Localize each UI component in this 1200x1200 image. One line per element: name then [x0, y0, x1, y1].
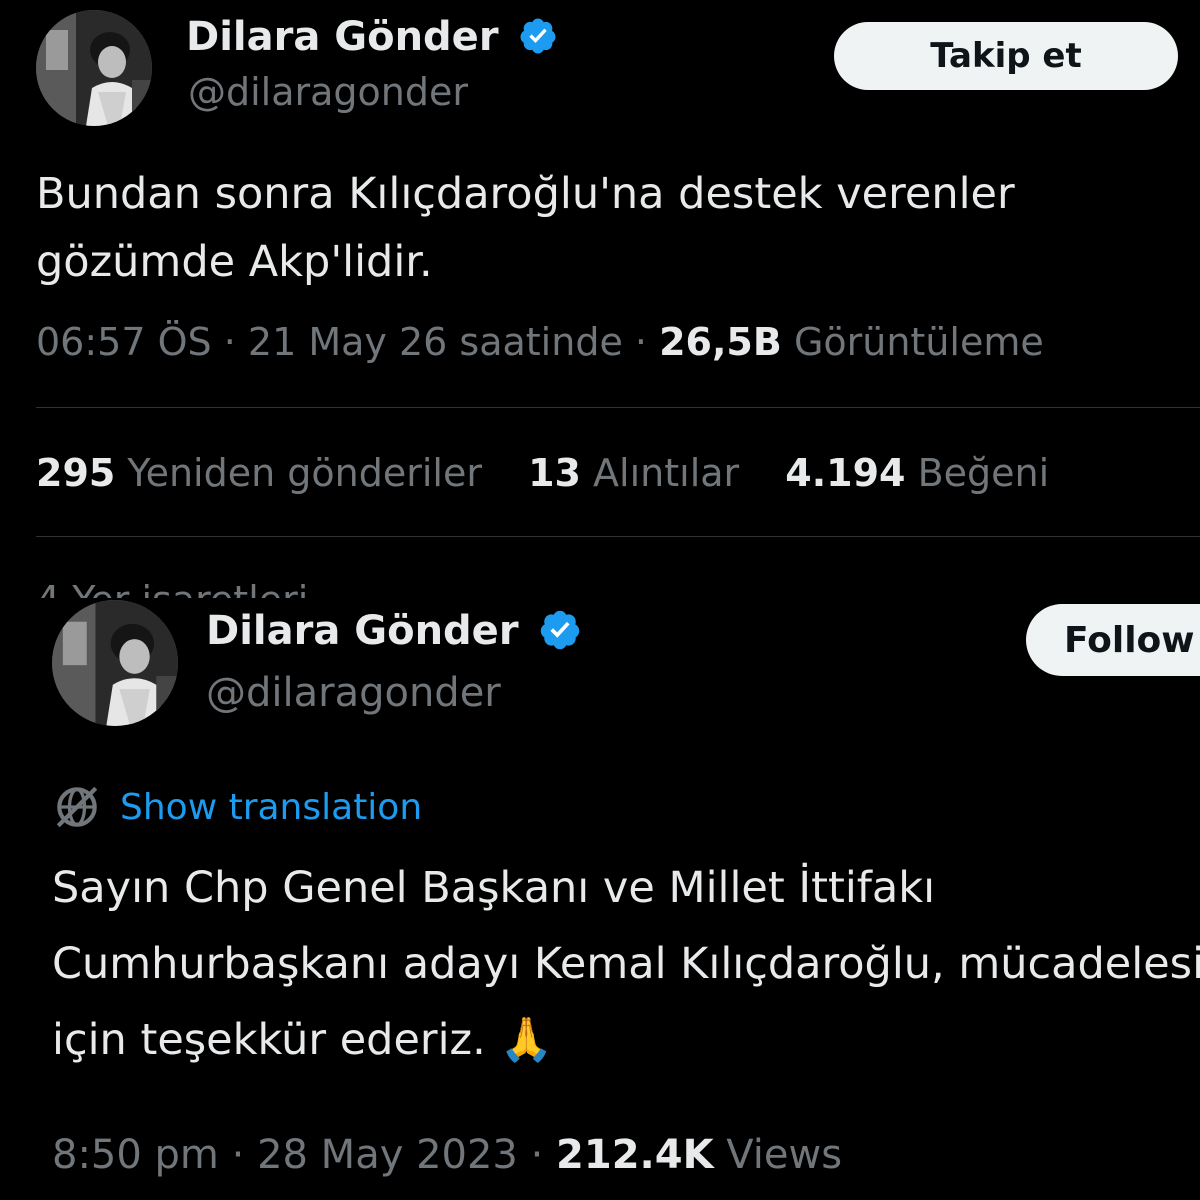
globe-slash-icon	[56, 786, 98, 828]
show-translation[interactable]: Show translation	[52, 782, 422, 832]
divider	[36, 407, 1200, 408]
follow-button[interactable]: Takip et	[834, 22, 1178, 90]
retweets-count: 295	[36, 451, 116, 495]
quotes-label: Alıntılar	[593, 451, 740, 495]
verified-badge-icon	[520, 18, 556, 54]
avatar-photo-icon	[36, 10, 152, 126]
avatar-photo-icon	[52, 600, 178, 726]
avatar[interactable]	[36, 10, 152, 126]
tweet-text-line: Bundan sonra Kılıçdaroğlu'na destek vere…	[36, 169, 1015, 219]
tweet-text-line: Sayın Chp Genel Başkanı ve Millet İttifa…	[52, 863, 936, 913]
author-handle[interactable]: @dilaragonder	[206, 670, 501, 716]
meta-separator: ·	[634, 320, 648, 364]
author-name-text: Dilara Gönder	[206, 608, 519, 654]
likes-label: Beğeni	[917, 451, 1050, 495]
views-count: 212.4K	[556, 1132, 714, 1178]
views-label: Views	[726, 1132, 843, 1178]
meta-separator: ·	[223, 320, 236, 364]
tweet-text-line: gözümde Akp'lidir.	[36, 237, 433, 287]
author-name-text: Dilara Gönder	[186, 14, 499, 60]
meta-separator: ·	[530, 1132, 544, 1178]
divider	[36, 536, 1200, 537]
retweets-label: Yeniden gönderiler	[127, 451, 482, 495]
likes-count: 4.194	[785, 451, 906, 495]
quotes-count: 13	[528, 451, 581, 495]
tweet-meta: 06:57 ÖS · 21 May 26 saatinde · 26,5B Gö…	[36, 320, 1044, 364]
tweet-meta: 8:50 pm · 28 May 2023 · 212.4K Views	[52, 1132, 842, 1178]
views-count: 26,5B	[659, 320, 782, 364]
quotes-stat[interactable]: 13 Alıntılar	[528, 451, 739, 495]
views-label: Görüntüleme	[793, 320, 1044, 364]
avatar[interactable]	[52, 600, 178, 726]
author-name[interactable]: Dilara Gönder	[186, 14, 558, 60]
meta-separator: ·	[231, 1132, 245, 1178]
engagement-stats: 295 Yeniden gönderiler 13 Alıntılar 4.19…	[36, 451, 1083, 495]
tweet-text-line: için teşekkür ederiz. 🙏	[52, 1015, 553, 1065]
author-name[interactable]: Dilara Gönder	[206, 608, 582, 654]
retweets-stat[interactable]: 295 Yeniden gönderiler	[36, 451, 482, 495]
tweet-text: Bundan sonra Kılıçdaroğlu'na destek vere…	[36, 160, 1015, 296]
show-translation-link[interactable]: Show translation	[120, 787, 422, 828]
timestamp[interactable]: 06:57 ÖS	[36, 320, 212, 364]
timestamp[interactable]: 8:50 pm	[52, 1132, 219, 1178]
tweet-text-line: Cumhurbaşkanı adayı Kemal Kılıçdaroğlu, …	[52, 939, 1200, 989]
tweet-card-1: Dilara Gönder @dilaragonder Takip et Bun…	[0, 0, 1200, 600]
bookmarks-stat-partial[interactable]: 4 Yer işaretleri	[36, 578, 308, 600]
likes-stat[interactable]: 4.194 Beğeni	[785, 451, 1049, 495]
verified-badge-icon	[541, 610, 580, 650]
date[interactable]: 28 May 2023	[257, 1132, 518, 1178]
date[interactable]: 21 May 26 saatinde	[248, 320, 623, 364]
follow-button[interactable]: Follow	[1026, 604, 1200, 676]
tweet-card-2: Dilara Gönder @dilaragonder Follow Show …	[0, 598, 1200, 1200]
tweet-text: Sayın Chp Genel Başkanı ve Millet İttifa…	[52, 850, 1200, 1078]
author-handle[interactable]: @dilaragonder	[188, 70, 468, 114]
